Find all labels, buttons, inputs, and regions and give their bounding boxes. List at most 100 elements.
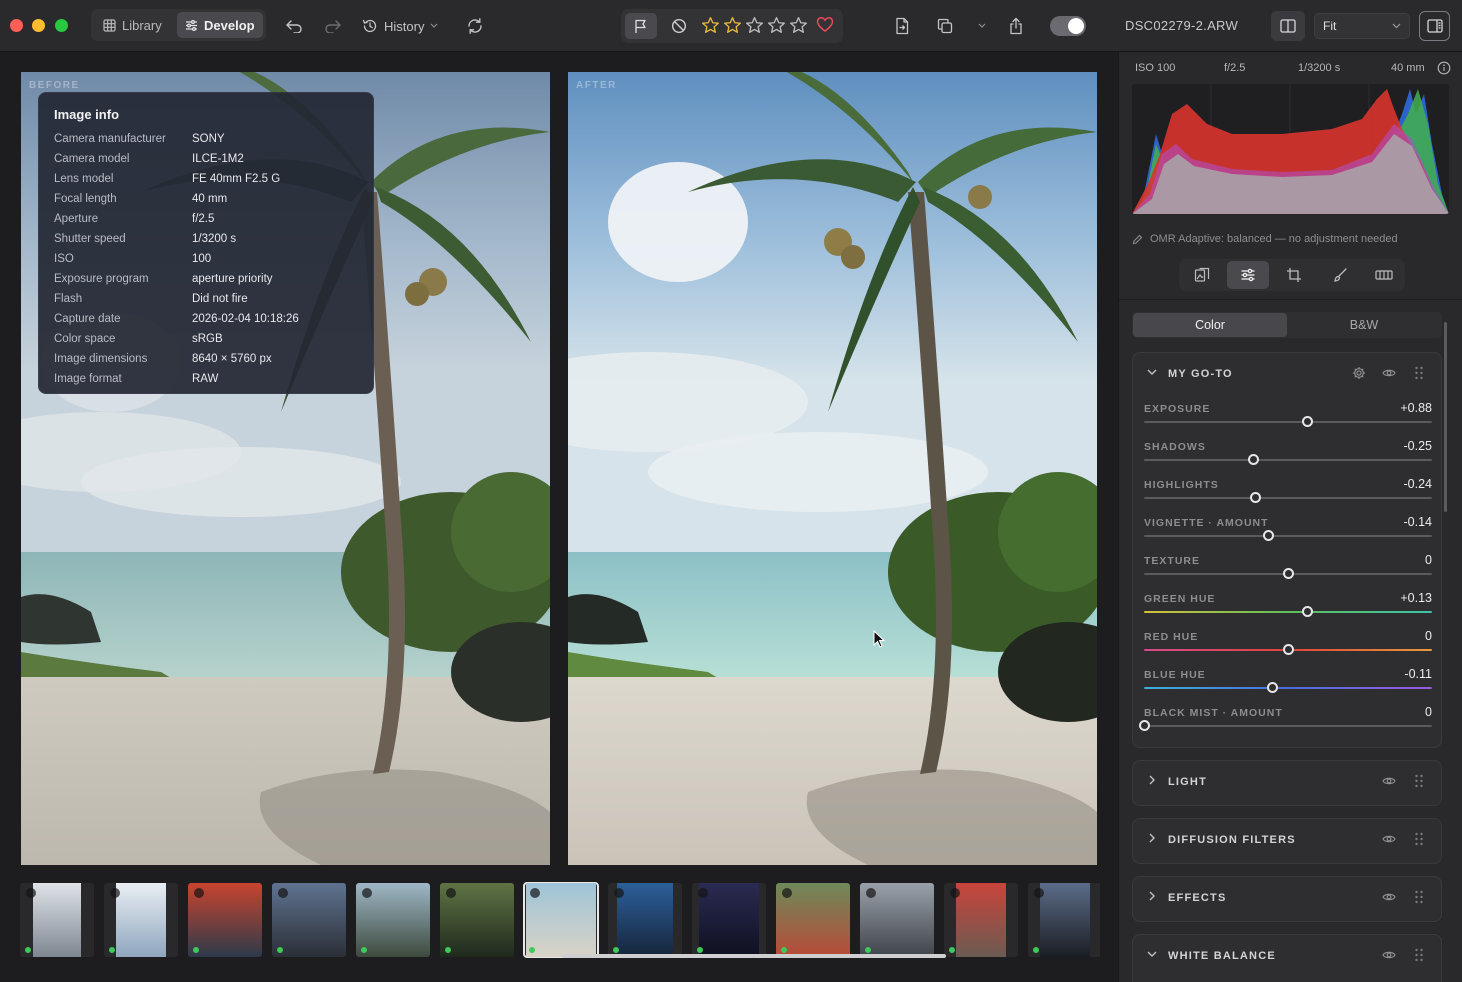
share-button[interactable]: [1004, 14, 1028, 38]
slider-value[interactable]: 0: [1425, 553, 1432, 567]
slider-value[interactable]: +0.13: [1400, 591, 1432, 605]
visibility-eye-icon[interactable]: [1382, 890, 1396, 907]
drag-handle-icon[interactable]: [1414, 890, 1424, 907]
sync-button[interactable]: [463, 14, 487, 38]
visibility-eye-icon[interactable]: [1382, 366, 1396, 383]
chevron-right-icon[interactable]: [1146, 890, 1158, 905]
star-icon[interactable]: [767, 16, 786, 35]
chevron-down-icon[interactable]: [1146, 948, 1158, 963]
slider-value[interactable]: 0: [1425, 705, 1432, 719]
filmstrip-thumb-red-lanterns[interactable]: [944, 883, 1018, 957]
gear-icon[interactable]: [1352, 366, 1366, 383]
slider-value[interactable]: -0.14: [1404, 515, 1433, 529]
filmstrip-thumb-blue-building[interactable]: [608, 883, 682, 957]
bw-mode-button[interactable]: B&W: [1287, 313, 1441, 337]
section-my-go-to-header[interactable]: MY GO-TO: [1133, 353, 1443, 395]
slider-knob[interactable]: [1139, 720, 1150, 731]
slider-knob[interactable]: [1301, 606, 1313, 617]
history-menu[interactable]: History: [362, 14, 438, 38]
section-header[interactable]: DIFFUSION FILTERS: [1133, 819, 1443, 861]
star-icon[interactable]: [701, 16, 720, 35]
panel-scrollbar[interactable]: [1444, 322, 1447, 512]
filmstrip-thumb-forest-path[interactable]: [440, 883, 514, 957]
section-header[interactable]: LIGHT: [1133, 761, 1443, 803]
color-mode-button[interactable]: Color: [1133, 313, 1287, 337]
slider-track[interactable]: [1144, 687, 1432, 689]
slider-track[interactable]: [1144, 459, 1432, 461]
window-minimize-button[interactable]: [32, 19, 45, 32]
slider-knob[interactable]: [1248, 454, 1260, 465]
filmstrip-thumb-street-evening[interactable]: [272, 883, 346, 957]
slider-blue-hue[interactable]: BLUE HUE -0.11: [1144, 667, 1432, 705]
chevron-down-icon[interactable]: [1146, 366, 1158, 381]
section-diffusion-filters[interactable]: DIFFUSION FILTERS: [1132, 818, 1442, 864]
library-tab[interactable]: Library: [95, 12, 170, 38]
slider-knob[interactable]: [1262, 530, 1274, 541]
filmstrip-thumb-train-platform[interactable]: [1028, 883, 1100, 957]
toggle-right-panel-button[interactable]: [1419, 11, 1450, 41]
visibility-eye-icon[interactable]: [1382, 774, 1396, 791]
tool-presets[interactable]: [1181, 261, 1223, 289]
slider-texture[interactable]: TEXTURE 0: [1144, 553, 1432, 591]
slider-value[interactable]: -0.25: [1404, 439, 1433, 453]
section-white-balance[interactable]: WHITE BALANCE: [1132, 934, 1442, 982]
slider-knob[interactable]: [1249, 492, 1261, 503]
before-after-toggle[interactable]: [1050, 16, 1086, 36]
tool-adjust[interactable]: [1227, 261, 1269, 289]
filmstrip-thumb-skier-snow[interactable]: [104, 883, 178, 957]
chevron-right-icon[interactable]: [1146, 832, 1158, 847]
slider-knob[interactable]: [1267, 682, 1279, 693]
filmstrip-thumb-palm-beach[interactable]: [523, 882, 599, 958]
tool-brush[interactable]: [1319, 261, 1361, 289]
redo-button[interactable]: [321, 14, 345, 38]
slider-knob[interactable]: [1283, 644, 1294, 655]
filmstrip-thumb-red-car-field[interactable]: [776, 883, 850, 957]
develop-tab[interactable]: Develop: [177, 12, 263, 38]
drag-handle-icon[interactable]: [1414, 774, 1424, 791]
star-icon[interactable]: [745, 16, 764, 35]
copy-settings-button[interactable]: [933, 14, 957, 38]
flag-button[interactable]: [625, 13, 657, 39]
slider-exposure[interactable]: EXPOSURE +0.88: [1144, 401, 1432, 439]
filmstrip-thumb-skis-rack[interactable]: [188, 883, 262, 957]
drag-handle-icon[interactable]: [1414, 832, 1424, 849]
compare-view-button[interactable]: [1271, 11, 1305, 41]
slider-knob[interactable]: [1301, 416, 1313, 427]
filmstrip-thumb-fireworks[interactable]: [692, 883, 766, 957]
filmstrip-thumb-cable-car-snow[interactable]: [20, 883, 94, 957]
filmstrip-scrollbar[interactable]: [562, 954, 946, 958]
slider-red-hue[interactable]: RED HUE 0: [1144, 629, 1432, 667]
visibility-eye-icon[interactable]: [1382, 948, 1396, 965]
slider-track[interactable]: [1144, 421, 1432, 423]
drag-handle-icon[interactable]: [1414, 948, 1424, 965]
slider-green-hue[interactable]: GREEN HUE +0.13: [1144, 591, 1432, 629]
copy-options-dropdown[interactable]: [970, 14, 994, 38]
slider-knob[interactable]: [1283, 568, 1294, 579]
filmstrip-thumb-city-street[interactable]: [860, 883, 934, 957]
slider-value[interactable]: -0.24: [1404, 477, 1433, 491]
slider-track[interactable]: [1144, 611, 1432, 613]
slider-value[interactable]: -0.11: [1404, 667, 1432, 681]
slider-track[interactable]: [1144, 497, 1432, 499]
section-header[interactable]: WHITE BALANCE: [1133, 935, 1443, 977]
after-photo[interactable]: AFTER: [568, 72, 1097, 865]
section-effects[interactable]: EFFECTS: [1132, 876, 1442, 922]
reject-button[interactable]: [666, 13, 692, 39]
favorite-button[interactable]: [816, 15, 834, 38]
slider-value[interactable]: +0.88: [1400, 401, 1432, 415]
filmstrip-thumb-coast-cliff[interactable]: [356, 883, 430, 957]
slider-highlights[interactable]: HIGHLIGHTS -0.24: [1144, 477, 1432, 515]
star-rating[interactable]: [701, 16, 808, 35]
undo-button[interactable]: [282, 14, 306, 38]
star-icon[interactable]: [723, 16, 742, 35]
slider-value[interactable]: 0: [1425, 629, 1432, 643]
info-icon[interactable]: [1437, 61, 1451, 78]
export-file-button[interactable]: [890, 14, 914, 38]
chevron-right-icon[interactable]: [1146, 774, 1158, 789]
visibility-eye-icon[interactable]: [1382, 832, 1396, 849]
slider-shadows[interactable]: SHADOWS -0.25: [1144, 439, 1432, 477]
tool-export[interactable]: [1363, 261, 1405, 289]
slider-black-mist-amount[interactable]: BLACK MIST · AMOUNT 0: [1139, 705, 1432, 743]
window-close-button[interactable]: [10, 19, 23, 32]
zoom-select[interactable]: Fit: [1314, 13, 1410, 39]
